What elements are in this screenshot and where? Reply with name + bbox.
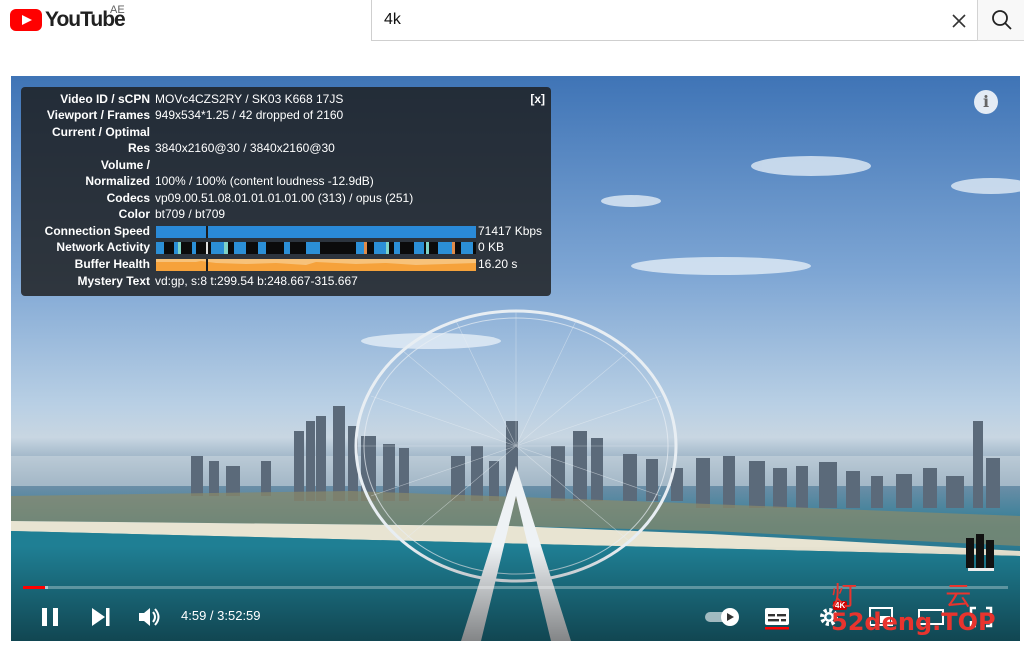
stats-key: Buffer Health: [74, 257, 150, 271]
site-watermark: 灯 云 52deng.TOP: [831, 576, 1011, 641]
autoplay-toggle-icon[interactable]: [703, 604, 743, 630]
stats-row: Res 3840x2160@30 / 3840x2160@30: [21, 141, 551, 157]
stats-key: Current / Optimal: [51, 125, 150, 139]
youtube-logo[interactable]: YouTube: [10, 8, 126, 32]
clear-search-icon[interactable]: [948, 10, 970, 32]
time-display: 4:59 / 3:52:59: [181, 608, 261, 623]
connection-speed-row: Connection Speed 71417 Kbps: [21, 224, 551, 240]
buffer-health-graph: [156, 259, 476, 271]
network-activity-value: 0 KB: [478, 240, 505, 254]
stats-for-nerds-panel: [x] Video ID / sCPN MOVc4CZS2RY / SK03 K…: [21, 87, 551, 296]
volume-icon[interactable]: [135, 604, 163, 630]
stats-value: 100% / 100% (content loudness -12.9dB): [155, 174, 374, 188]
stats-key: Res: [127, 141, 150, 155]
stats-row: Volume /: [21, 158, 551, 174]
masthead: YouTube AE: [0, 0, 1024, 58]
connection-speed-value: 71417 Kbps: [478, 224, 543, 238]
stats-row: Current / Optimal: [21, 125, 551, 141]
stats-value: vp09.00.51.08.01.01.01.01.00 (313) / opu…: [155, 191, 414, 205]
stats-value: 3840x2160@30 / 3840x2160@30: [155, 141, 335, 155]
stats-value: 949x534*1.25 / 42 dropped of 2160: [155, 108, 344, 122]
youtube-play-icon: [10, 9, 42, 31]
stats-key: Color: [118, 207, 150, 221]
stats-row: Mystery Text vd:gp, s:8 t:299.54 b:248.6…: [21, 274, 551, 290]
pause-icon[interactable]: [37, 604, 65, 630]
connection-speed-graph: [156, 226, 476, 238]
channel-watermark-logo[interactable]: [964, 534, 998, 572]
video-player[interactable]: [x] Video ID / sCPN MOVc4CZS2RY / SK03 K…: [11, 76, 1020, 641]
stats-row: Color bt709 / bt709: [21, 207, 551, 223]
subtitles-icon[interactable]: [763, 604, 791, 630]
search-icon: [992, 10, 1012, 30]
stats-key: Connection Speed: [44, 224, 150, 238]
watermark-url-text: 52deng.TOP: [831, 608, 996, 636]
stats-value: bt709 / bt709: [155, 207, 226, 221]
stats-key: Normalized: [85, 174, 150, 188]
buffer-health-row: Buffer Health 16.20 s: [21, 257, 551, 273]
stats-key: Video ID / sCPN: [60, 92, 150, 106]
stats-row: Viewport / Frames 949x534*1.25 / 42 drop…: [21, 108, 551, 124]
network-activity-row: Network Activity 0 KB: [21, 240, 551, 256]
stats-row: Normalized 100% / 100% (content loudness…: [21, 174, 551, 190]
progress-played: [23, 586, 45, 589]
stats-key: Mystery Text: [77, 274, 150, 288]
stats-row: Video ID / sCPN MOVc4CZS2RY / SK03 K668 …: [21, 92, 551, 108]
stats-value[interactable]: MOVc4CZS2RY / SK03 K668 17JS: [155, 92, 343, 106]
search-input[interactable]: [384, 8, 924, 32]
stats-key: Viewport / Frames: [46, 108, 150, 122]
buffer-health-value: 16.20 s: [478, 257, 518, 271]
network-activity-graph: [156, 242, 476, 254]
next-video-icon[interactable]: [87, 604, 115, 630]
stats-key: Network Activity: [56, 240, 150, 254]
info-icon[interactable]: i: [974, 90, 998, 114]
stats-value: vd:gp, s:8 t:299.54 b:248.667-315.667: [155, 274, 358, 288]
search-button[interactable]: [977, 0, 1024, 41]
search-box: [371, 0, 977, 41]
stats-key: Volume /: [100, 158, 150, 172]
stats-row: Codecs vp09.00.51.08.01.01.01.01.00 (313…: [21, 191, 551, 207]
stats-key: Codecs: [106, 191, 150, 205]
country-code: AE: [110, 4, 125, 16]
